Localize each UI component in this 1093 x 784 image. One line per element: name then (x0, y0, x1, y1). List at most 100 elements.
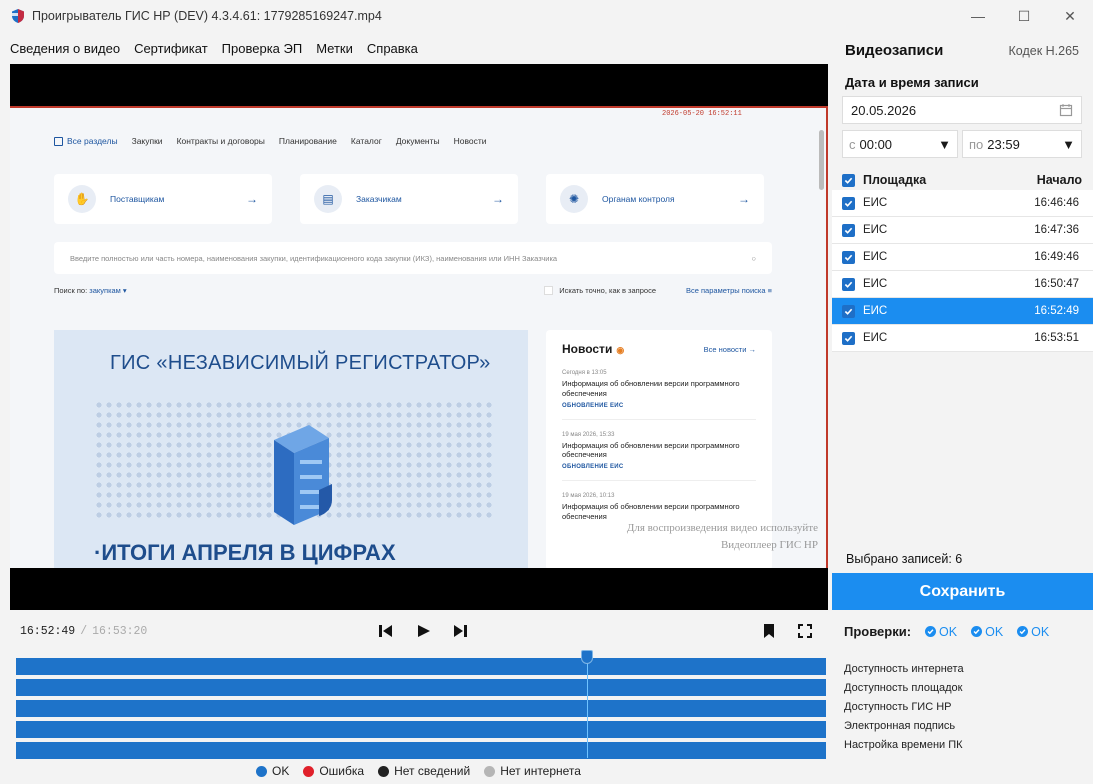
site-search-box: Введите полностью или часть номера, наим… (54, 242, 772, 274)
filter-icon: ≡ (767, 286, 772, 295)
row-start: 16:52:49 (1034, 305, 1079, 317)
chevron-down-icon: ▼ (938, 136, 951, 152)
site-nav-item: Документы (395, 136, 440, 146)
site-banner: ГИС «НЕЗАВИСИМЫЙ РЕГИСТРАТОР» ·ИТОГИ АПР… (54, 330, 528, 568)
check-item: Электронная подпись (844, 720, 956, 732)
table-row[interactable]: ЕИС 16:49:46 (832, 244, 1093, 271)
recording-timestamp: 2026-05-20 16:52:11 (662, 110, 742, 118)
row-start: 16:53:51 (1034, 332, 1079, 344)
skip-forward-icon[interactable] (452, 622, 470, 640)
timeline-track-sites (16, 679, 826, 696)
fullscreen-icon[interactable] (796, 622, 814, 640)
site-nav-item: Закупки (131, 136, 163, 146)
check-item: Доступность ГИС НР (844, 701, 952, 713)
check-ok-icon (1017, 626, 1029, 637)
site-nav: Все разделы Закупки Контракты и договоры… (54, 136, 487, 146)
timeline-legend: OK Ошибка Нет сведений Нет интернета (256, 764, 581, 778)
table-row[interactable]: ЕИС 16:52:49 (832, 298, 1093, 325)
table-row[interactable]: ЕИС 16:53:51 (832, 325, 1093, 352)
selected-count: Выбрано записей: 6 (846, 552, 963, 566)
check-ok-icon (971, 626, 983, 637)
check-item: Доступность площадок (844, 682, 963, 694)
select-all-checkbox[interactable] (842, 173, 855, 187)
bookmark-icon[interactable] (760, 622, 778, 640)
row-checkbox[interactable] (842, 250, 855, 264)
menu-help[interactable]: Справка (367, 41, 418, 56)
row-source: ЕИС (863, 251, 888, 263)
player-watermark: Для воспроизведения видео используйте Ви… (626, 522, 818, 552)
menu-marks[interactable]: Метки (316, 41, 353, 56)
check-status[interactable]: OK (925, 625, 957, 639)
row-checkbox[interactable] (842, 277, 855, 291)
site-nav-item: Каталог (350, 136, 382, 146)
check-item: Доступность интернета (844, 663, 964, 675)
emblem-icon: ✺ (560, 185, 588, 213)
check-item: Настройка времени ПК (844, 739, 963, 751)
row-checkbox[interactable] (842, 223, 855, 237)
frame-scrollbar (819, 130, 824, 190)
timeline-track-gis (16, 700, 826, 717)
arrow-right-icon: → (246, 192, 258, 206)
skip-back-icon[interactable] (376, 622, 394, 640)
row-start: 16:49:46 (1034, 251, 1079, 263)
video-frame: 2026-05-20 16:52:11 Все разделы Закупки … (10, 106, 828, 568)
app-window: Проигрыватель ГИС НР (DEV) 4.3.4.61: 177… (0, 0, 1093, 784)
menu-certificate[interactable]: Сертификат (134, 41, 208, 56)
row-source: ЕИС (863, 224, 888, 236)
menu-signature-check[interactable]: Проверка ЭП (222, 41, 303, 56)
timeline-handle[interactable] (581, 650, 593, 664)
table-row[interactable]: ЕИС 16:46:46 (832, 190, 1093, 217)
check-status[interactable]: OK (1017, 625, 1049, 639)
row-source: ЕИС (863, 332, 888, 344)
row-start: 16:47:36 (1034, 224, 1079, 236)
app-logo-icon (12, 9, 24, 23)
table-row[interactable]: ЕИС 16:47:36 (832, 217, 1093, 244)
grid-icon (54, 136, 63, 146)
arrow-right-icon: → (738, 192, 750, 206)
row-start: 16:50:47 (1034, 278, 1079, 290)
legend-no-data: Нет сведений (378, 764, 470, 778)
time-to-select[interactable]: по 23:59 ▼ (962, 130, 1082, 158)
site-nav-all: Все разделы (54, 136, 118, 146)
server-illustration-icon (274, 425, 332, 525)
legend-no-internet: Нет интернета (484, 764, 581, 778)
row-source: ЕИС (863, 278, 888, 290)
legend-error: Ошибка (303, 764, 364, 778)
row-source: ЕИС (863, 305, 888, 317)
total-time: 16:53:20 (92, 624, 148, 638)
date-field[interactable]: 20.05.2026 (842, 96, 1082, 124)
search-icon: ○ (751, 253, 756, 263)
site-card: ✋ Поставщикам → (54, 174, 272, 224)
minimize-button[interactable]: — (955, 0, 1001, 32)
timeline-cursor (587, 654, 588, 758)
save-button[interactable]: Сохранить (832, 573, 1093, 610)
site-search-options: Поиск по: закупкам ▾ Искать точно, как в… (54, 286, 772, 295)
row-checkbox[interactable] (842, 304, 855, 318)
status-dot-icon (303, 765, 315, 777)
row-checkbox[interactable] (842, 196, 855, 210)
play-icon[interactable] (414, 622, 432, 640)
timeline-track-internet (16, 658, 826, 675)
rss-icon: ◉ (616, 345, 625, 355)
recordings-panel: Видеозаписи Кодек H.265 Дата и время зап… (832, 32, 1093, 610)
maximize-button[interactable]: ☐ (1001, 0, 1047, 32)
table-header: Площадка Начало (842, 170, 1082, 190)
date-label: Дата и время записи (845, 75, 979, 90)
close-button[interactable]: ✕ (1047, 0, 1093, 32)
table-row[interactable]: ЕИС 16:50:47 (832, 271, 1093, 298)
video-viewport[interactable]: 2026-05-20 16:52:11 Все разделы Закупки … (10, 64, 828, 610)
time-separator: / (80, 624, 88, 638)
time-from-select[interactable]: с 00:00 ▼ (842, 130, 958, 158)
status-dot-icon (484, 765, 496, 777)
site-card: ✺ Органам контроля → (546, 174, 764, 224)
menu-video-info[interactable]: Сведения о видео (10, 41, 120, 56)
check-status[interactable]: OK (971, 625, 1003, 639)
row-checkbox[interactable] (842, 331, 855, 345)
window-title: Проигрыватель ГИС НР (DEV) 4.3.4.61: 177… (32, 9, 382, 23)
calendar-icon[interactable] (1059, 103, 1073, 117)
panel-title: Видеозаписи (845, 42, 944, 59)
timeline[interactable] (16, 650, 826, 759)
arrow-right-icon: → (748, 344, 757, 354)
site-cards: ✋ Поставщикам → ▤ Заказчикам → ✺ Органам… (54, 174, 764, 224)
status-dot-icon (378, 765, 390, 777)
